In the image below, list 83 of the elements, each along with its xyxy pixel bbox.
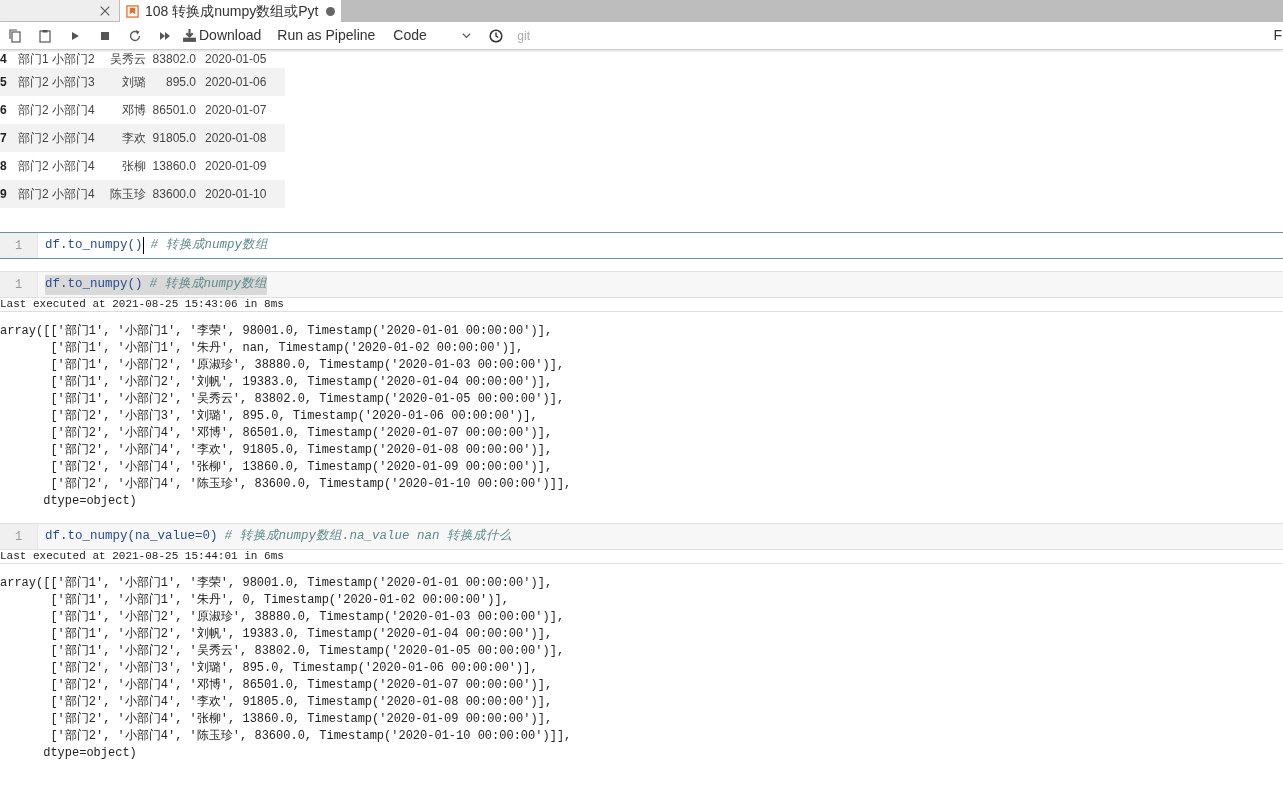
tab[interactable]: 108 转换成numpy数组或Pyt [120,0,341,22]
table-cell-text: 895.0 [164,74,196,91]
code-comment: # 转换成numpy数组 [149,276,268,294]
execution-status: Last executed at 2021-08-25 15:43:06 in 8ms [0,298,1283,312]
output-line: ['部门1', '小部门2', '原淑珍', 38880.0, Timestamp('2020-01-03 00:00:00')], [49,609,566,626]
output-line: ['部门2', '小部门4', '张柳', 13860.0, Timestamp('2020-01-09 00:00:00')], [49,711,554,728]
row-index: 6 [0,102,8,119]
output-line: ['部门1', '小部门2', '刘帆', 19383.0, Timestamp('2020-01-04 00:00:00')], [49,374,554,391]
output-line: ['部门1', '小部门1', '朱丹', 0, Timestamp('2020-01-02 00:00:00')], [49,592,510,609]
output-line: ['部门1', '小部门2', '吴秀云', 83802.0, Timestamp('2020-01-05 00:00:00')], [49,643,566,660]
row-index: 8 [0,158,8,175]
clock-icon[interactable] [489,28,504,43]
table-cell-text: 2020-01-07 [204,102,268,119]
table-cell-text: 2020-01-06 [204,74,268,91]
code-cell[interactable]: 1 df.to_numpy(na_value=0) # 转换成numpy数组.na_value nan 转换成什么 [0,523,1283,550]
output-line: ['部门2', '小部门4', '李欢', 91805.0, Timestamp('2020-01-08 00:00:00')], [49,694,554,711]
output-line: dtype=object) [42,493,138,510]
table-cell-text: 陈玉珍 [109,186,146,203]
git-label: git [517,27,530,45]
table-cell-text: 小部门2 [52,51,96,68]
notebook-icon [126,4,139,18]
output-line: ['部门2', '小部门4', '邓博', 86501.0, Timestamp('2020-01-07 00:00:00')], [49,677,554,694]
code-text: df.to_numpy() [45,237,143,255]
table-cell-text: 13860.0 [151,158,196,175]
table-cell-text: 2020-01-05 [204,51,268,68]
output-line: ['部门1', '小部门2', '原淑珍', 38880.0, Timestamp('2020-01-03 00:00:00')], [49,357,566,374]
output-line: ['部门2', '小部门4', '张柳', 13860.0, Timestamp('2020-01-09 00:00:00')], [49,459,554,476]
text-cursor [142,237,144,254]
copy-icon[interactable] [8,28,22,43]
execution-status: Last executed at 2021-08-25 15:44:01 in 6ms [0,550,1283,564]
table-cell-text: 2020-01-10 [204,186,268,203]
table-cell-text: 部门2 [17,102,50,119]
output-line: ['部门1', '小部门2', '吴秀云', 83802.0, Timestamp('2020-01-05 00:00:00')], [49,391,566,408]
code-text: df.to_numpy() [45,276,143,294]
code-cell[interactable]: 1 df.to_numpy() # 转换成numpy数组 [0,232,1283,259]
table-cell-text: 部门2 [17,74,50,91]
table-cell-text: 李欢 [121,130,146,147]
output-line: ['部门2', '小部门4', '陈玉珍', 83600.0, Timestamp('2020-01-10 00:00:00')]], [49,728,573,745]
toolbar-label: F [1273,26,1282,45]
output-line: ['部门1', '小部门2', '刘帆', 19383.0, Timestamp('2020-01-04 00:00:00')], [49,626,554,643]
output-line: array([['部门1', '小部门1', '李荣', 98001.0, Timestamp('2020-01-01 00:00:00')], [0,323,554,340]
restart-icon[interactable] [128,28,142,43]
table-cell-text: 91805.0 [151,130,196,147]
table-cell-text: 部门2 [17,130,50,147]
output-line: ['部门2', '小部门4', '陈玉珍', 83600.0, Timestamp('2020-01-10 00:00:00')]], [49,476,573,493]
table-cell-text: 张柳 [121,158,146,175]
table-cell-text: 小部门4 [52,158,96,175]
download-icon [182,28,197,43]
code-cell[interactable]: 1 df.to_numpy() # 转换成numpy数组 [0,271,1283,298]
table-cell-text: 部门1 [17,51,50,68]
run-pipeline-button[interactable]: Run as Pipeline [277,25,376,46]
output-line: ['部门1', '小部门1', '朱丹', nan, Timestamp('2020-01-02 00:00:00')], [49,340,525,357]
output-line: ['部门2', '小部门4', '邓博', 86501.0, Timestamp('2020-01-07 00:00:00')], [49,425,554,442]
output-line: array([['部门1', '小部门1', '李荣', 98001.0, Timestamp('2020-01-01 00:00:00')], [0,575,554,592]
table-cell-text: 邓博 [121,102,146,119]
download-button[interactable]: Download [182,25,262,46]
table-cell-text: 2020-01-09 [204,158,268,175]
table-cell-text: 83802.0 [151,51,196,68]
table-cell-text: 83600.0 [151,186,196,203]
row-index: 9 [0,186,8,203]
table-cell-text: 吴秀云 [109,51,146,68]
code-comment: # 转换成numpy数组.na_value nan 转换成什么 [224,528,513,546]
row-index: 5 [0,74,8,91]
table-cell-text: 刘璐 [121,74,146,91]
output-line: ['部门2', '小部门3', '刘璐', 895.0, Timestamp('2020-01-06 00:00:00')], [49,660,539,677]
paste-icon[interactable] [38,28,52,43]
output-line: ['部门2', '小部门3', '刘璐', 895.0, Timestamp('2020-01-06 00:00:00')], [49,408,539,425]
code-text: df.to_numpy(na_value=0) [45,528,218,546]
table-cell-text: 部门2 [17,186,50,203]
row-index: 4 [0,51,8,68]
output-line: ['部门2', '小部门4', '李欢', 91805.0, Timestamp('2020-01-08 00:00:00')], [49,442,554,459]
close-icon[interactable] [99,4,111,17]
table-cell-text: 小部门4 [52,186,96,203]
table-cell-text: 小部门4 [52,130,96,147]
table-cell-text: 2020-01-08 [204,130,268,147]
table-cell-text: 86501.0 [151,102,196,119]
table-cell-text: 小部门3 [52,74,96,91]
code-comment: # 转换成numpy数组 [150,237,269,255]
table-cell-text: 部门2 [17,158,50,175]
output-line: dtype=object) [42,745,138,762]
table-cell-text: 小部门4 [52,102,96,119]
cell-type-dropdown[interactable]: Code [393,25,474,46]
row-index: 7 [0,130,8,147]
